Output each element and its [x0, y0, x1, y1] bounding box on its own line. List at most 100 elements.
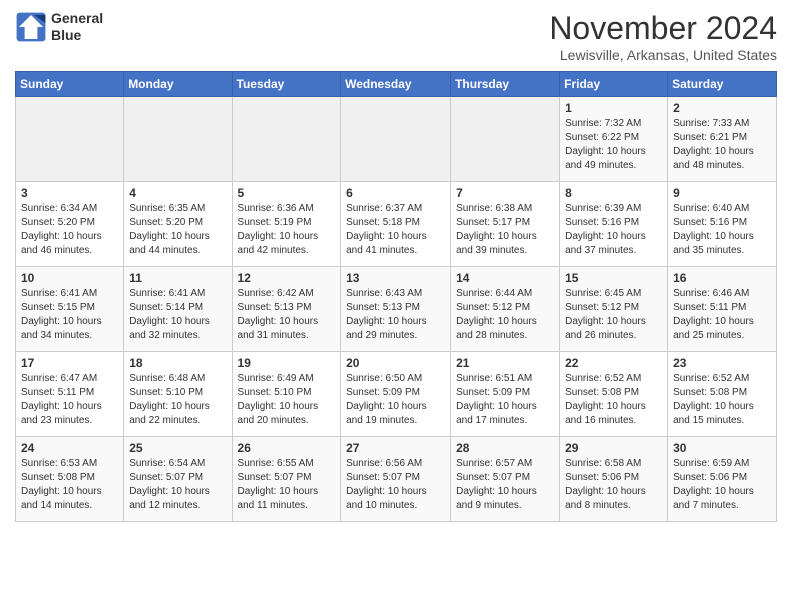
day-info: Sunrise: 6:44 AM Sunset: 5:12 PM Dayligh…	[456, 287, 554, 343]
calendar-cell	[16, 97, 124, 182]
calendar-cell: 5 Sunrise: 6:36 AM Sunset: 5:19 PM Daylig…	[232, 182, 341, 267]
weekday-thursday: Thursday	[451, 72, 560, 97]
calendar-cell: 14 Sunrise: 6:44 AM Sunset: 5:12 PM Dayli…	[451, 267, 560, 352]
calendar-cell: 20 Sunrise: 6:50 AM Sunset: 5:09 PM Dayli…	[341, 352, 451, 437]
calendar-cell: 25 Sunrise: 6:54 AM Sunset: 5:07 PM Dayli…	[124, 437, 232, 522]
weekday-monday: Monday	[124, 72, 232, 97]
day-number: 17	[21, 356, 118, 370]
day-number: 5	[238, 186, 336, 200]
day-number: 19	[238, 356, 336, 370]
day-number: 23	[673, 356, 771, 370]
day-info: Sunrise: 6:36 AM Sunset: 5:19 PM Dayligh…	[238, 202, 336, 258]
calendar-cell: 19 Sunrise: 6:49 AM Sunset: 5:10 PM Dayli…	[232, 352, 341, 437]
day-number: 1	[565, 101, 662, 115]
calendar-cell: 17Sunrise: 6:47 AM Sunset: 5:11 PM Dayli…	[16, 352, 124, 437]
day-info: Sunrise: 6:55 AM Sunset: 5:07 PM Dayligh…	[238, 457, 336, 513]
day-number: 14	[456, 271, 554, 285]
calendar-header: SundayMondayTuesdayWednesdayThursdayFrid…	[16, 72, 777, 97]
day-info: Sunrise: 6:41 AM Sunset: 5:15 PM Dayligh…	[21, 287, 118, 343]
weekday-wednesday: Wednesday	[341, 72, 451, 97]
calendar-table: SundayMondayTuesdayWednesdayThursdayFrid…	[15, 71, 777, 522]
day-number: 12	[238, 271, 336, 285]
day-number: 16	[673, 271, 771, 285]
calendar-cell: 13 Sunrise: 6:43 AM Sunset: 5:13 PM Dayli…	[341, 267, 451, 352]
calendar-cell: 16 Sunrise: 6:46 AM Sunset: 5:11 PM Dayli…	[668, 267, 777, 352]
day-number: 11	[129, 271, 226, 285]
day-number: 15	[565, 271, 662, 285]
calendar-cell: 12 Sunrise: 6:42 AM Sunset: 5:13 PM Dayli…	[232, 267, 341, 352]
calendar-cell	[232, 97, 341, 182]
calendar-week-3: 10 Sunrise: 6:41 AM Sunset: 5:15 PM Dayli…	[16, 267, 777, 352]
calendar-cell: 24Sunrise: 6:53 AM Sunset: 5:08 PM Dayli…	[16, 437, 124, 522]
calendar-week-4: 17Sunrise: 6:47 AM Sunset: 5:11 PM Dayli…	[16, 352, 777, 437]
day-info: Sunrise: 6:40 AM Sunset: 5:16 PM Dayligh…	[673, 202, 771, 258]
location: Lewisville, Arkansas, United States	[549, 47, 777, 63]
day-info: Sunrise: 6:45 AM Sunset: 5:12 PM Dayligh…	[565, 287, 662, 343]
day-number: 7	[456, 186, 554, 200]
calendar-week-5: 24Sunrise: 6:53 AM Sunset: 5:08 PM Dayli…	[16, 437, 777, 522]
day-info: Sunrise: 6:34 AM Sunset: 5:20 PM Dayligh…	[21, 202, 118, 258]
calendar-cell	[451, 97, 560, 182]
day-info: Sunrise: 6:56 AM Sunset: 5:07 PM Dayligh…	[346, 457, 445, 513]
calendar-cell: 9 Sunrise: 6:40 AM Sunset: 5:16 PM Daylig…	[668, 182, 777, 267]
day-number: 22	[565, 356, 662, 370]
calendar-cell: 21 Sunrise: 6:51 AM Sunset: 5:09 PM Dayli…	[451, 352, 560, 437]
day-info: Sunrise: 7:33 AM Sunset: 6:21 PM Dayligh…	[673, 117, 771, 173]
calendar-week-1: 1 Sunrise: 7:32 AM Sunset: 6:22 PM Daylig…	[16, 97, 777, 182]
day-number: 25	[129, 441, 226, 455]
day-info: Sunrise: 6:58 AM Sunset: 5:06 PM Dayligh…	[565, 457, 662, 513]
day-info: Sunrise: 6:52 AM Sunset: 5:08 PM Dayligh…	[673, 372, 771, 428]
day-number: 9	[673, 186, 771, 200]
calendar-cell: 3 Sunrise: 6:34 AM Sunset: 5:20 PM Daylig…	[16, 182, 124, 267]
day-info: Sunrise: 6:48 AM Sunset: 5:10 PM Dayligh…	[129, 372, 226, 428]
day-info: Sunrise: 6:51 AM Sunset: 5:09 PM Dayligh…	[456, 372, 554, 428]
logo-icon	[15, 11, 47, 43]
day-info: Sunrise: 6:42 AM Sunset: 5:13 PM Dayligh…	[238, 287, 336, 343]
calendar-cell: 11Sunrise: 6:41 AM Sunset: 5:14 PM Dayli…	[124, 267, 232, 352]
day-info: Sunrise: 6:46 AM Sunset: 5:11 PM Dayligh…	[673, 287, 771, 343]
day-number: 13	[346, 271, 445, 285]
calendar-cell: 29 Sunrise: 6:58 AM Sunset: 5:06 PM Dayli…	[560, 437, 668, 522]
weekday-saturday: Saturday	[668, 72, 777, 97]
calendar-cell: 8 Sunrise: 6:39 AM Sunset: 5:16 PM Daylig…	[560, 182, 668, 267]
weekday-sunday: Sunday	[16, 72, 124, 97]
calendar-cell: 1 Sunrise: 7:32 AM Sunset: 6:22 PM Daylig…	[560, 97, 668, 182]
day-number: 8	[565, 186, 662, 200]
day-number: 27	[346, 441, 445, 455]
day-number: 30	[673, 441, 771, 455]
day-info: Sunrise: 6:37 AM Sunset: 5:18 PM Dayligh…	[346, 202, 445, 258]
day-number: 6	[346, 186, 445, 200]
day-info: Sunrise: 6:43 AM Sunset: 5:13 PM Dayligh…	[346, 287, 445, 343]
month-title: November 2024	[549, 10, 777, 47]
day-info: Sunrise: 6:52 AM Sunset: 5:08 PM Dayligh…	[565, 372, 662, 428]
calendar-cell: 18 Sunrise: 6:48 AM Sunset: 5:10 PM Dayli…	[124, 352, 232, 437]
weekday-header-row: SundayMondayTuesdayWednesdayThursdayFrid…	[16, 72, 777, 97]
day-info: Sunrise: 6:39 AM Sunset: 5:16 PM Dayligh…	[565, 202, 662, 258]
day-info: Sunrise: 6:50 AM Sunset: 5:09 PM Dayligh…	[346, 372, 445, 428]
calendar-cell: 15 Sunrise: 6:45 AM Sunset: 5:12 PM Dayli…	[560, 267, 668, 352]
day-info: Sunrise: 6:49 AM Sunset: 5:10 PM Dayligh…	[238, 372, 336, 428]
logo: General Blue	[15, 10, 103, 44]
calendar-body: 1 Sunrise: 7:32 AM Sunset: 6:22 PM Daylig…	[16, 97, 777, 522]
weekday-tuesday: Tuesday	[232, 72, 341, 97]
calendar-cell: 10 Sunrise: 6:41 AM Sunset: 5:15 PM Dayli…	[16, 267, 124, 352]
page-header: General Blue November 2024 Lewisville, A…	[15, 10, 777, 63]
weekday-friday: Friday	[560, 72, 668, 97]
calendar-cell: 23 Sunrise: 6:52 AM Sunset: 5:08 PM Dayli…	[668, 352, 777, 437]
day-number: 3	[21, 186, 118, 200]
day-number: 10	[21, 271, 118, 285]
calendar-cell: 7Sunrise: 6:38 AM Sunset: 5:17 PM Daylig…	[451, 182, 560, 267]
calendar-week-2: 3 Sunrise: 6:34 AM Sunset: 5:20 PM Daylig…	[16, 182, 777, 267]
day-number: 18	[129, 356, 226, 370]
calendar-cell	[124, 97, 232, 182]
calendar-cell: 4Sunrise: 6:35 AM Sunset: 5:20 PM Daylig…	[124, 182, 232, 267]
day-number: 21	[456, 356, 554, 370]
day-number: 4	[129, 186, 226, 200]
day-info: Sunrise: 7:32 AM Sunset: 6:22 PM Dayligh…	[565, 117, 662, 173]
day-number: 28	[456, 441, 554, 455]
day-number: 20	[346, 356, 445, 370]
day-info: Sunrise: 6:54 AM Sunset: 5:07 PM Dayligh…	[129, 457, 226, 513]
day-number: 2	[673, 101, 771, 115]
day-number: 29	[565, 441, 662, 455]
logo-text: General Blue	[51, 10, 103, 44]
